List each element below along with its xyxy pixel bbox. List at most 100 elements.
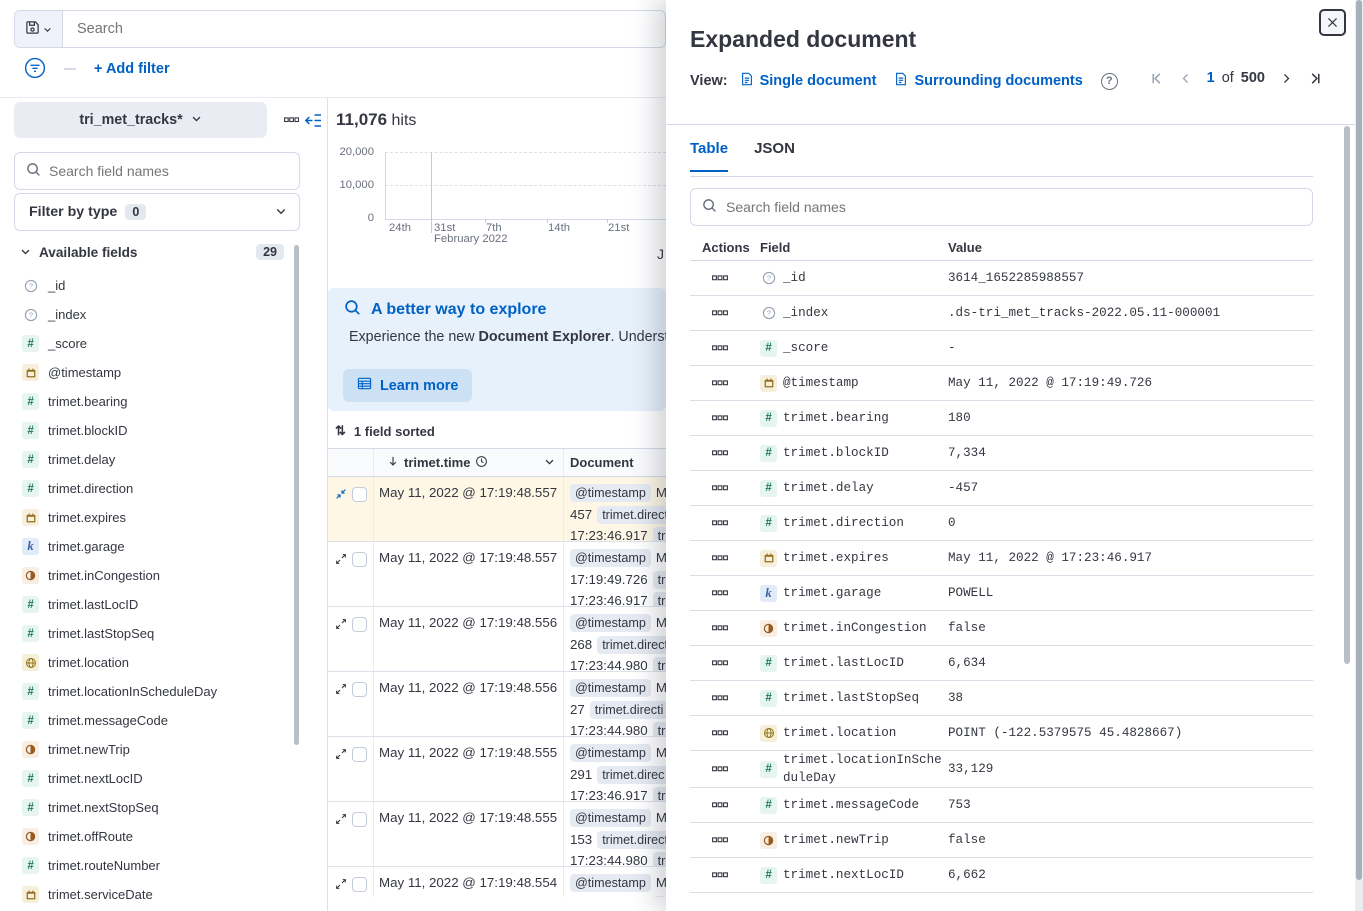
sidebar-field-item[interactable]: #trimet.delay: [14, 445, 292, 474]
tab-table[interactable]: Table: [690, 140, 728, 172]
sidebar-field-item[interactable]: @timestamp: [14, 358, 292, 387]
row-actions-icon[interactable]: [712, 555, 728, 561]
filter-icon[interactable]: [24, 57, 46, 82]
expand-document-icon[interactable]: [335, 553, 347, 606]
row-actions-icon[interactable]: [712, 485, 728, 491]
sidebar-field-item[interactable]: ?_id: [14, 271, 292, 300]
select-document-checkbox[interactable]: [352, 747, 367, 762]
document-time-cell: May 11, 2022 @ 17:19:48.555: [374, 737, 564, 801]
doc-field-value: 38: [948, 691, 1313, 705]
row-actions-icon[interactable]: [712, 520, 728, 526]
field-value-text: 17:19:48.715: [570, 897, 648, 898]
row-actions-icon[interactable]: [712, 310, 728, 316]
sidebar-field-item[interactable]: #_score: [14, 329, 292, 358]
close-flyout-button[interactable]: [1319, 9, 1346, 36]
field-options-button[interactable]: [281, 112, 301, 128]
hits-histogram[interactable]: 20,00010,000024th31st7th14th21stFebruary…: [328, 98, 666, 258]
row-actions-icon[interactable]: [712, 802, 728, 808]
field-name-chip: tri: [653, 657, 666, 671]
sidebar-field-item[interactable]: trimet.location: [14, 648, 292, 677]
saved-query-menu-button[interactable]: [15, 11, 63, 47]
sidebar-scrollbar[interactable]: [294, 245, 299, 745]
help-icon[interactable]: ?: [1101, 73, 1118, 90]
sidebar-field-item[interactable]: #trimet.direction: [14, 474, 292, 503]
expand-document-icon[interactable]: [335, 618, 347, 671]
expand-document-icon[interactable]: [335, 748, 347, 801]
sidebar-field-item[interactable]: trimet.offRoute: [14, 822, 292, 851]
time-column-header[interactable]: trimet.time: [374, 449, 564, 476]
flyout-field-search-input[interactable]: [726, 199, 1312, 215]
select-document-checkbox[interactable]: [352, 812, 367, 827]
expand-document-icon[interactable]: [335, 813, 347, 866]
row-actions-icon[interactable]: [712, 380, 728, 386]
flyout-scrollbar[interactable]: [1344, 126, 1350, 664]
y-axis-tick-label: 0: [328, 212, 374, 224]
number-field-icon: #: [760, 410, 777, 427]
row-actions-icon[interactable]: [712, 766, 728, 772]
row-actions-icon[interactable]: [712, 730, 728, 736]
sidebar-field-item[interactable]: #trimet.lastStopSeq: [14, 619, 292, 648]
select-document-checkbox[interactable]: [352, 682, 367, 697]
row-actions-icon[interactable]: [712, 660, 728, 666]
field-search-input[interactable]: [49, 163, 299, 179]
learn-more-button[interactable]: Learn more: [343, 369, 472, 402]
sidebar-field-item[interactable]: #trimet.lastLocID: [14, 590, 292, 619]
document-summary-cell: @timestampMa291trimet.direc17:23:46.917t…: [564, 737, 666, 801]
data-view-picker[interactable]: tri_met_tracks*: [14, 102, 267, 138]
last-page-button[interactable]: [1308, 71, 1323, 86]
sidebar-field-item[interactable]: trimet.inCongestion: [14, 561, 292, 590]
filter-by-type-select[interactable]: Filter by type 0: [14, 193, 300, 231]
sidebar-field-item[interactable]: #trimet.messageCode: [14, 706, 292, 735]
field-name-chip: @timestamp: [570, 874, 651, 892]
select-document-checkbox[interactable]: [352, 487, 367, 502]
row-actions-icon[interactable]: [712, 275, 728, 281]
next-page-button[interactable]: [1280, 72, 1293, 85]
boolean-field-icon: [22, 741, 39, 758]
sidebar-field-item[interactable]: trimet.expires: [14, 503, 292, 532]
sidebar-field-item[interactable]: ?_index: [14, 300, 292, 329]
tab-json[interactable]: JSON: [754, 140, 795, 172]
row-actions-icon[interactable]: [712, 625, 728, 631]
boolean-field-icon: [22, 567, 39, 584]
sidebar-field-item[interactable]: #trimet.nextLocID: [14, 764, 292, 793]
sidebar-field-item[interactable]: ktrimet.garage: [14, 532, 292, 561]
sidebar-field-item[interactable]: #trimet.blockID: [14, 416, 292, 445]
sidebar-field-item[interactable]: trimet.newTrip: [14, 735, 292, 764]
row-actions-icon[interactable]: [712, 450, 728, 456]
doc-field-value: -457: [948, 481, 1313, 495]
select-document-checkbox[interactable]: [352, 617, 367, 632]
available-fields-header[interactable]: Available fields 29: [14, 240, 300, 264]
expand-document-icon[interactable]: [335, 878, 347, 897]
value-header: Value: [948, 240, 1313, 255]
row-actions-icon[interactable]: [712, 415, 728, 421]
select-document-checkbox[interactable]: [352, 877, 367, 892]
sidebar-field-item[interactable]: #trimet.bearing: [14, 387, 292, 416]
row-actions-icon[interactable]: [712, 590, 728, 596]
field-name-chip: trimet.directi: [590, 701, 666, 719]
field-value-text: Ma: [656, 810, 666, 825]
row-actions-icon[interactable]: [712, 837, 728, 843]
chevron-down-icon[interactable]: [544, 455, 555, 470]
surrounding-documents-link[interactable]: Surrounding documents: [894, 72, 1082, 90]
row-actions-icon[interactable]: [712, 345, 728, 351]
page-scrollbar-track[interactable]: [1355, 0, 1363, 911]
date-field-icon: [760, 375, 777, 392]
previous-page-button[interactable]: [1179, 72, 1192, 85]
row-actions-icon[interactable]: [712, 695, 728, 701]
sidebar-field-item[interactable]: #trimet.nextStopSeq: [14, 793, 292, 822]
first-page-button[interactable]: [1149, 71, 1164, 86]
sidebar-field-item[interactable]: #trimet.routeNumber: [14, 851, 292, 880]
search-input[interactable]: [63, 11, 665, 47]
fields-sorted-button[interactable]: ⇅ 1 field sorted: [335, 423, 435, 439]
select-document-checkbox[interactable]: [352, 552, 367, 567]
collapse-document-icon[interactable]: [335, 488, 347, 541]
expanded-document-flyout: Expanded document View: Single document …: [666, 0, 1363, 911]
sidebar-field-item[interactable]: trimet.serviceDate: [14, 880, 292, 909]
collapse-sidebar-icon[interactable]: [303, 111, 323, 129]
page-scrollbar-thumb[interactable]: [1356, 0, 1362, 880]
row-actions-icon[interactable]: [712, 872, 728, 878]
expand-document-icon[interactable]: [335, 683, 347, 736]
add-filter-button[interactable]: + Add filter: [94, 61, 170, 77]
single-document-link[interactable]: Single document: [740, 72, 877, 90]
sidebar-field-item[interactable]: #trimet.locationInScheduleDay: [14, 677, 292, 706]
